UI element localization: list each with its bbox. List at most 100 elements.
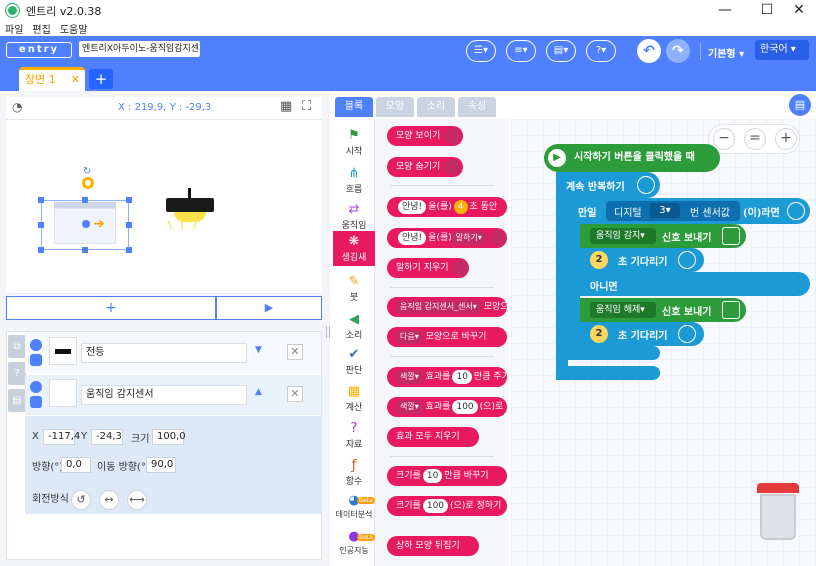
category-function[interactable]: ƒ 함수 bbox=[333, 455, 375, 493]
resize-handle[interactable] bbox=[38, 197, 44, 203]
block-change-shape-to[interactable]: 움직임 감지센서_센서▾ 모양으 bbox=[387, 297, 507, 317]
x-input[interactable]: -117,4 bbox=[43, 429, 80, 445]
move-direction-input[interactable]: 90,0 bbox=[146, 457, 176, 473]
console-tab-icon[interactable]: ▤ bbox=[8, 389, 26, 412]
menu-edit[interactable]: 편집 bbox=[32, 25, 50, 36]
resize-handle[interactable] bbox=[38, 222, 44, 228]
block-clear-speech[interactable]: 말하기 지우기 bbox=[387, 258, 469, 278]
block-show[interactable]: 모양 보이기 bbox=[387, 126, 463, 146]
minimize-button[interactable]: — bbox=[710, 0, 740, 21]
block-effect-set[interactable]: 색깔▾ 효과를100(으)로 정 bbox=[387, 397, 507, 417]
resize-handle[interactable] bbox=[126, 222, 132, 228]
block-size-set[interactable]: 크기를 100 (으)로 정하기 bbox=[387, 496, 507, 516]
block-input[interactable]: 10 bbox=[422, 469, 443, 483]
category-data[interactable]: ? 자료 bbox=[333, 418, 375, 456]
category-judge[interactable]: ✔ 판단 bbox=[333, 344, 375, 382]
block-clear-effects[interactable]: 효과 모두 지우기 bbox=[387, 427, 479, 447]
category-ai[interactable]: ● 인공지능 bbox=[333, 526, 375, 556]
block-size-change[interactable]: 크기를 10 만큼 바꾸기 bbox=[387, 466, 507, 486]
panel-resize-handle[interactable] bbox=[326, 326, 330, 338]
stage-canvas[interactable]: ➔ ↻ \ | / bbox=[6, 119, 322, 294]
wait-input-2[interactable]: 2 bbox=[590, 325, 608, 343]
object-row-lamp[interactable]: 전등 ▼ ✕ bbox=[25, 333, 321, 373]
collapse-icon[interactable]: ▲ bbox=[255, 387, 262, 397]
category-data-analysis[interactable]: ◕ 데이터분석 bbox=[333, 490, 375, 528]
block-say-for[interactable]: 안녕! 을(를) 4 초 동안 bbox=[387, 197, 507, 217]
block-dropdown[interactable]: 색깔▾ bbox=[396, 370, 423, 384]
block-input[interactable]: 안녕! bbox=[398, 231, 427, 245]
menu-file[interactable]: 파일 bbox=[5, 25, 23, 36]
block-input[interactable]: 4 bbox=[453, 200, 468, 214]
when-start-clicked-block[interactable]: 시작하기 버튼을 클릭했을 때 bbox=[544, 144, 720, 172]
lamp-sprite[interactable] bbox=[166, 198, 214, 212]
block-next-shape[interactable]: 다음▾ 모양으로 바꾸기 bbox=[387, 327, 507, 347]
save-menu-button[interactable]: ▤▾ bbox=[546, 40, 576, 62]
tab-blocks[interactable]: 블록 bbox=[335, 97, 373, 117]
category-flow[interactable]: ⋔ 흐름 bbox=[333, 163, 375, 201]
add-scene-button[interactable]: + bbox=[89, 69, 113, 89]
resize-handle[interactable] bbox=[126, 247, 132, 253]
block-input[interactable]: 10 bbox=[452, 370, 472, 384]
direction-input[interactable]: 0,0 bbox=[61, 457, 91, 473]
help-menu-button[interactable]: ?▾ bbox=[586, 40, 616, 62]
object-row-sensor[interactable]: 움직임 감지센서 ▲ ✕ bbox=[25, 375, 321, 415]
block-dropdown[interactable]: 다음▾ bbox=[396, 330, 423, 344]
comment-icon[interactable]: ▤ bbox=[789, 94, 811, 116]
undo-button[interactable]: ↶ bbox=[637, 39, 661, 63]
wait-input-1[interactable]: 2 bbox=[590, 251, 608, 269]
rotate-horizontal-icon[interactable]: ↔ bbox=[99, 490, 119, 510]
pin-dropdown[interactable]: 3▾ bbox=[650, 203, 680, 218]
tab-sounds[interactable]: 소리 bbox=[417, 97, 455, 117]
lock-icon[interactable] bbox=[30, 396, 42, 408]
help-tab-icon[interactable]: ? bbox=[8, 362, 26, 385]
rotation-handle[interactable] bbox=[82, 177, 94, 189]
object-tab-icon[interactable]: ⧉ bbox=[8, 335, 26, 358]
lock-icon[interactable] bbox=[30, 354, 42, 366]
category-looks[interactable]: ❋ 생김새 bbox=[333, 231, 375, 266]
object-name-input[interactable]: 전등 bbox=[81, 343, 247, 363]
start-button[interactable]: ▶ bbox=[216, 296, 322, 320]
scene-tab-1[interactable]: 장면 1 ✕ bbox=[19, 67, 85, 91]
resize-handle[interactable] bbox=[82, 197, 88, 203]
category-start[interactable]: ⚑ 시작 bbox=[333, 125, 375, 163]
add-object-button[interactable]: + bbox=[6, 296, 216, 320]
new-project-button[interactable]: ☰▾ bbox=[466, 40, 496, 62]
fullscreen-icon[interactable]: ⛶ bbox=[302, 99, 311, 114]
delete-object-icon[interactable]: ✕ bbox=[287, 344, 303, 360]
trash-can-icon[interactable] bbox=[760, 494, 796, 540]
size-input[interactable]: 100,0 bbox=[152, 429, 186, 445]
scene-close-icon[interactable]: ✕ bbox=[71, 70, 80, 90]
project-name-input[interactable]: 엔트리X아두이노-움직임감지센서 bbox=[79, 41, 200, 57]
block-input[interactable]: 100 bbox=[422, 499, 449, 513]
block-dropdown[interactable]: 움직임 감지센서_센서▾ bbox=[396, 300, 481, 314]
signal-dropdown-2[interactable]: 움직임 해제▾ bbox=[590, 302, 656, 318]
resize-handle[interactable] bbox=[82, 247, 88, 253]
direction-arrow-icon[interactable]: ➔ bbox=[93, 216, 105, 232]
delete-object-icon[interactable]: ✕ bbox=[287, 386, 303, 402]
tab-properties[interactable]: 속성 bbox=[458, 97, 496, 117]
menu-help[interactable]: 도움말 bbox=[60, 25, 88, 36]
signal-dropdown-1[interactable]: 움직임 감지▾ bbox=[590, 228, 656, 244]
visibility-eye-icon[interactable] bbox=[30, 339, 42, 351]
maximize-button[interactable]: ☐ bbox=[752, 0, 782, 21]
y-input[interactable]: -24,3 bbox=[91, 429, 123, 445]
rotate-free-icon[interactable]: ↺ bbox=[71, 490, 91, 510]
close-button[interactable]: ✕ bbox=[784, 0, 814, 21]
block-effect-change[interactable]: 색깔▾ 효과를 10 만큼 주기 bbox=[387, 367, 507, 387]
zoom-reset-button[interactable]: = bbox=[744, 128, 766, 150]
block-dropdown[interactable]: 말하기▾ bbox=[451, 231, 486, 245]
block-dropdown[interactable]: 색깔▾ bbox=[396, 400, 423, 414]
block-input[interactable]: 100 bbox=[452, 400, 478, 414]
expand-icon[interactable]: ▼ bbox=[255, 345, 262, 355]
block-hide[interactable]: 모양 숨기기 bbox=[387, 157, 463, 177]
grid-icon[interactable]: ▦ bbox=[280, 99, 292, 114]
speed-gauge-icon[interactable]: ◔ bbox=[12, 100, 22, 114]
block-say[interactable]: 안녕! 을(를) 말하기▾ bbox=[387, 228, 507, 248]
visibility-eye-icon[interactable] bbox=[30, 381, 42, 393]
file-menu-button[interactable]: ≡▾ bbox=[506, 40, 536, 62]
block-flip-vertical[interactable]: 상하 모양 뒤집기 bbox=[387, 536, 479, 556]
object-name-input[interactable]: 움직임 감지센서 bbox=[81, 385, 247, 405]
category-sound[interactable]: ◀ 소리 bbox=[333, 309, 375, 347]
redo-button[interactable]: ↷ bbox=[666, 39, 690, 63]
block-input[interactable]: 안녕! bbox=[398, 200, 427, 214]
